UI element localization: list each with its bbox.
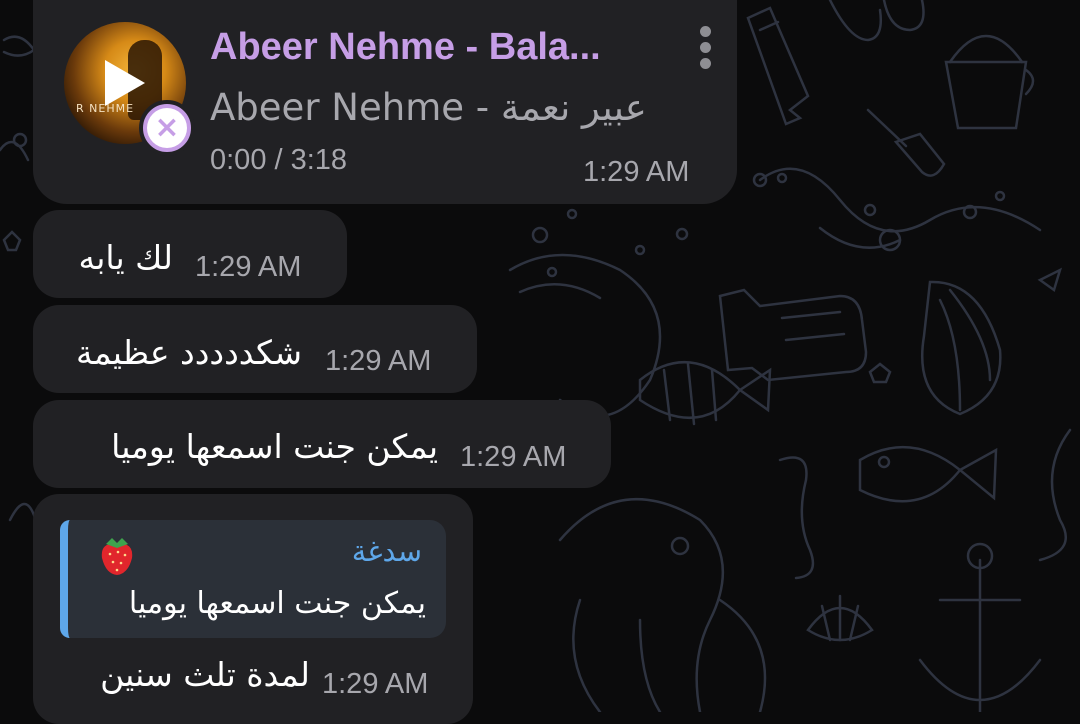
quoted-message[interactable]: سدغة يمكن جنت اسمعها يوميا xyxy=(60,520,446,638)
strawberry-emoji xyxy=(101,538,133,575)
audio-title: Abeer Nehme - Bala... xyxy=(210,26,601,68)
message-text: شكددددد عظيمة xyxy=(76,333,302,372)
message-text: لمدة تلث سنين xyxy=(100,655,310,694)
message-text: يمكن جنت اسمعها يوميا xyxy=(111,427,438,466)
cancel-download-icon: × xyxy=(147,108,187,148)
message-text: لك يابه xyxy=(78,238,173,277)
quoted-text: يمكن جنت اسمعها يوميا xyxy=(128,586,426,621)
message-time: 1:29 AM xyxy=(460,441,567,473)
audio-artist-arabic: عبير نعمة xyxy=(500,86,647,129)
more-vertical-icon[interactable] xyxy=(700,26,714,74)
message-time: 1:29 AM xyxy=(325,345,432,377)
quoted-sender-name: سدغة xyxy=(351,534,422,568)
audio-artist: Abeer Nehme - عبير نعمة xyxy=(210,86,647,129)
message-time: 1:29 AM xyxy=(583,156,690,188)
cancel-download-button[interactable]: × xyxy=(139,100,195,156)
message-time: 1:29 AM xyxy=(195,251,302,283)
audio-artist-latin: Abeer Nehme - xyxy=(210,86,501,129)
play-icon[interactable] xyxy=(105,60,145,106)
audio-duration: 0:00 / 3:18 xyxy=(210,144,348,176)
message-time: 1:29 AM xyxy=(322,668,429,700)
